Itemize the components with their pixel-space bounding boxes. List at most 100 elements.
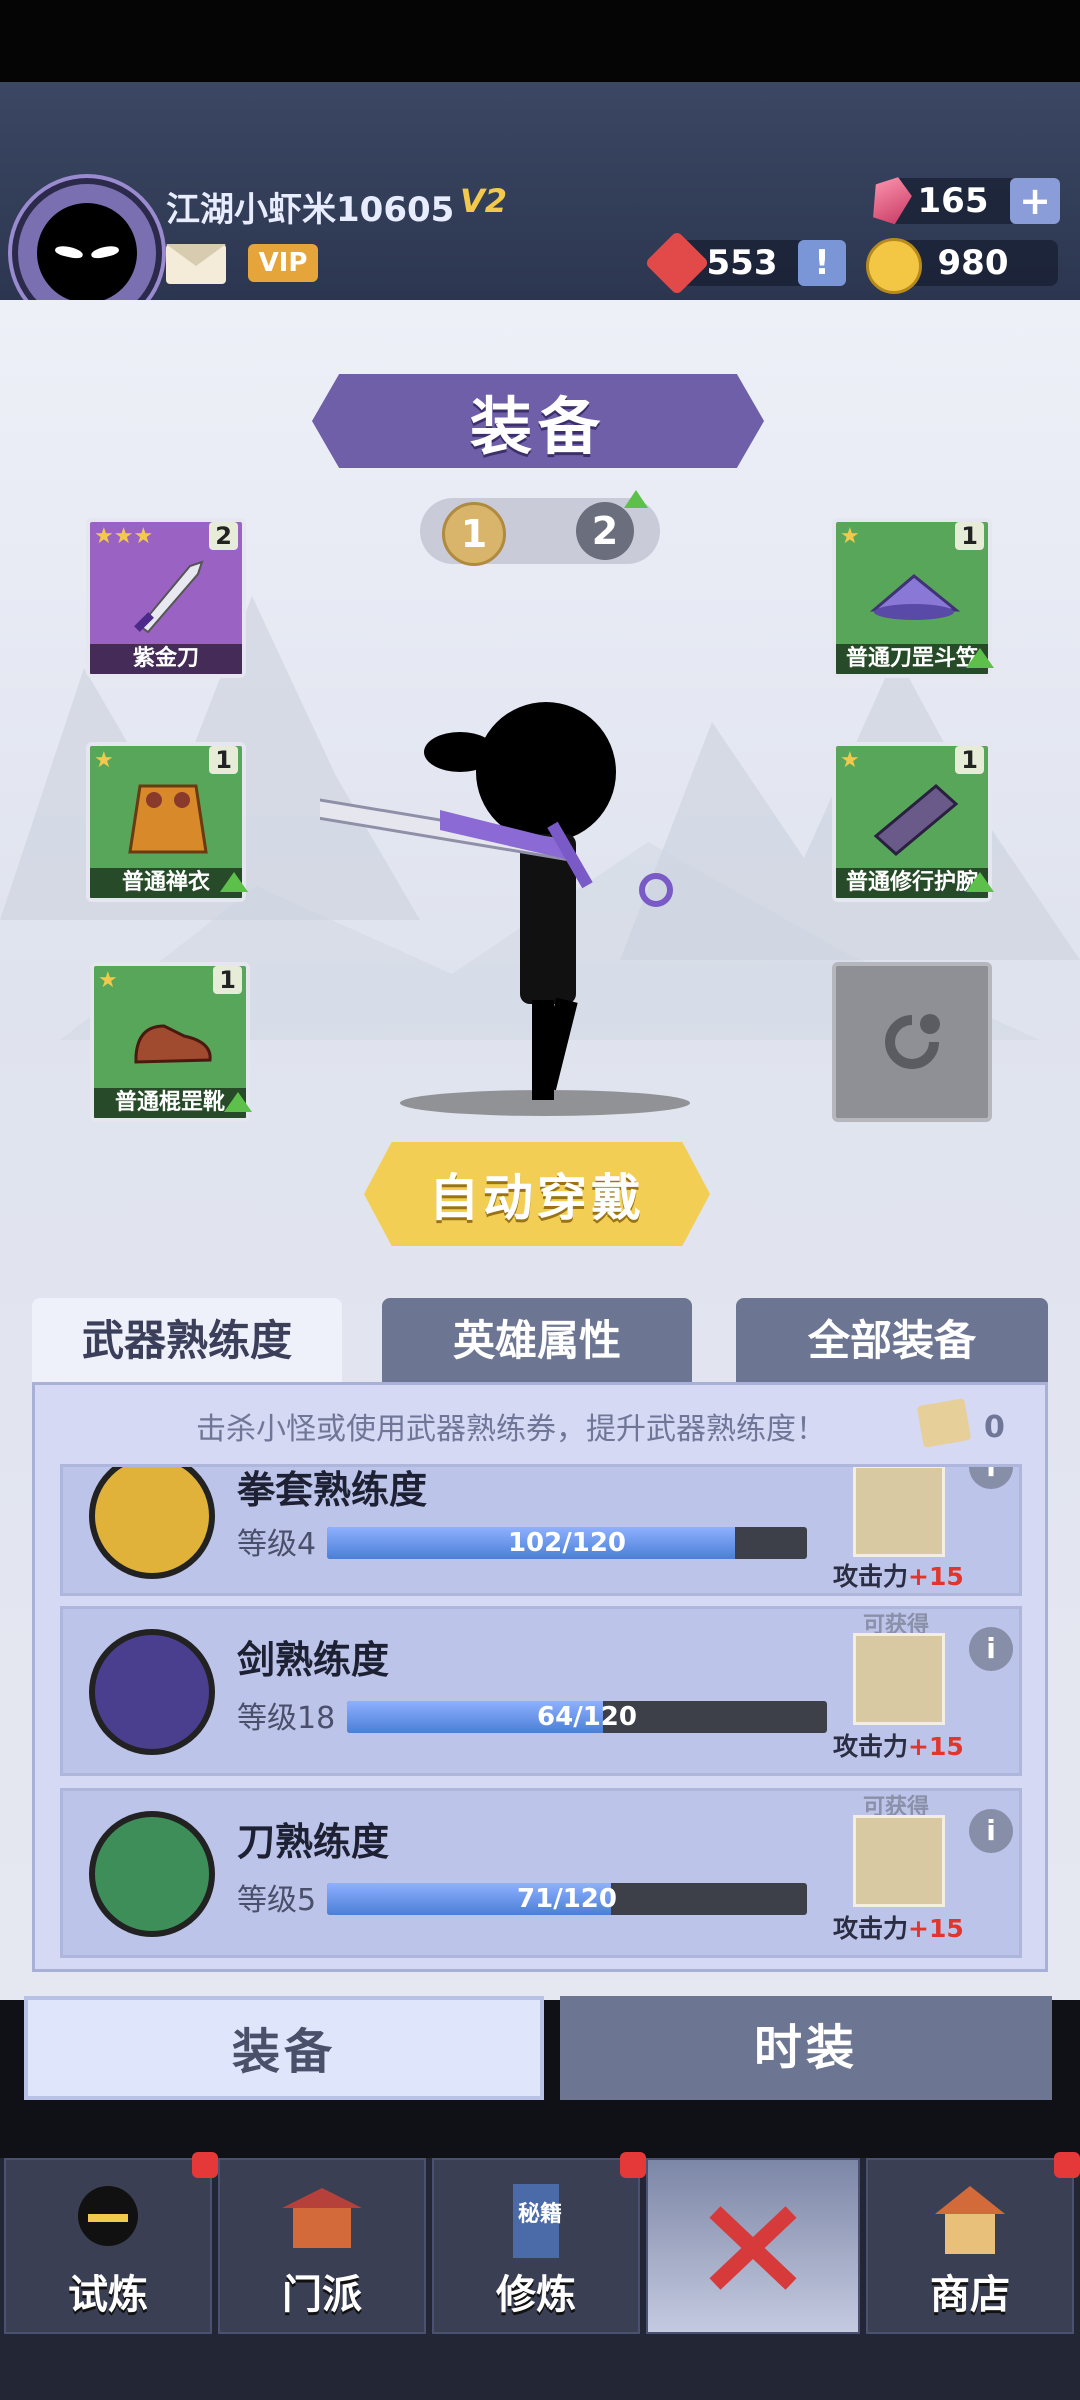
username: 江湖小虾米10605 [166, 190, 455, 230]
slot-body[interactable]: ★ 1 普通禅衣 [86, 742, 248, 902]
info-icon[interactable]: i [969, 1627, 1013, 1671]
robe-icon [128, 784, 208, 854]
info-tabs: 武器熟练度 英雄属性 全部装备 [32, 1298, 1048, 1388]
star-rating-icon: ★ [98, 968, 118, 993]
reward-sword-icon [853, 1467, 945, 1557]
status-bar [0, 0, 1080, 82]
page-2-button[interactable]: 2 [576, 502, 634, 560]
star-rating-icon: ★ [94, 748, 114, 773]
ninja-icon [78, 2186, 138, 2246]
proficiency-level: 等级5 [237, 1883, 317, 1918]
fist-emblem-icon [89, 1467, 215, 1579]
star-rating-icon: ★ [840, 748, 860, 773]
proficiency-row-sword[interactable]: 剑熟练度 等级18 64/120 可获得 攻击力+15 i [60, 1606, 1022, 1776]
notification-dot [620, 2152, 646, 2178]
progress-text: 64/120 [537, 1702, 637, 1732]
equipment-fashion-switch: 装备 时装 [0, 1996, 1080, 2116]
scroll-ticket-icon [916, 1398, 972, 1448]
temple-icon [282, 2188, 362, 2248]
tab-hero-attributes[interactable]: 英雄属性 [382, 1298, 692, 1384]
nav-label: 修炼 [496, 2272, 576, 2318]
sword-emblem-icon [89, 1629, 215, 1755]
attack-label: 攻击力 [833, 1562, 909, 1591]
attack-bonus: 攻击力+15 [833, 1727, 964, 1763]
proficiency-level: 等级18 [237, 1701, 336, 1736]
slot-feet[interactable]: ★ 1 普通棍罡靴 [90, 962, 252, 1122]
honor-info-button[interactable]: ! [798, 240, 846, 286]
add-gems-button[interactable]: + [1010, 178, 1060, 224]
vip-badge[interactable]: VIP [248, 244, 318, 282]
proficiency-level: 等级4 [237, 1527, 317, 1562]
proficiency-row-blade[interactable]: 刀熟练度 等级5 71/120 可获得 攻击力+15 i [60, 1788, 1022, 1958]
nav-equipment-active[interactable] [646, 2158, 860, 2334]
proficiency-progress-bar: 102/120 [327, 1527, 807, 1559]
progress-text: 102/120 [507, 1528, 627, 1558]
star-rating-icon: ★ [840, 524, 860, 549]
slot-wrist[interactable]: ★ 1 普通修行护腕 [832, 742, 994, 902]
hat-icon [869, 574, 961, 620]
attack-label: 攻击力 [833, 1914, 909, 1943]
attack-value: +15 [908, 1562, 964, 1591]
upgrade-arrow-icon [624, 490, 648, 508]
proficiency-title: 刀熟练度 [237, 1820, 390, 1864]
nav-shop[interactable]: 商店 [866, 2152, 1080, 2334]
boot-icon [134, 1024, 212, 1064]
tab-weapon-proficiency[interactable]: 武器熟练度 [32, 1298, 342, 1388]
nav-label: 商店 [930, 2272, 1010, 2318]
page-1-button[interactable]: 1 [442, 502, 506, 566]
avatar-eye-left [54, 244, 84, 260]
upgrade-arrow-icon [224, 1092, 252, 1112]
sword-icon [134, 560, 204, 634]
slot-weapon[interactable]: ★★★ 2 紫金刀 [86, 518, 246, 678]
notification-dot [192, 2152, 218, 2178]
crossed-swords-icon [709, 2206, 797, 2290]
slot-empty[interactable] [832, 962, 992, 1122]
avatar-eye-right [90, 244, 120, 260]
attack-bonus: 攻击力+15 [833, 1557, 964, 1593]
slot-label: 紫金刀 [90, 644, 242, 674]
bracer-icon [873, 784, 959, 856]
page-title: 装备 [312, 374, 764, 468]
item-count: 1 [955, 746, 984, 774]
tab-equipment[interactable]: 装备 [24, 1996, 544, 2100]
refresh-icon [885, 1014, 940, 1069]
slot-head[interactable]: ★ 1 普通刀罡斗笠 [832, 518, 994, 678]
attack-value: +15 [908, 1914, 964, 1943]
nav-label: 试炼 [68, 2272, 148, 2318]
nav-training[interactable]: 秘籍 修炼 [432, 2152, 646, 2334]
hero-character [320, 702, 673, 1100]
proficiency-progress-bar: 71/120 [327, 1883, 807, 1915]
proficiency-title: 拳套熟练度 [237, 1468, 428, 1512]
attack-label: 攻击力 [833, 1732, 909, 1761]
tab-all-equipment[interactable]: 全部装备 [736, 1298, 1048, 1384]
item-count: 2 [209, 522, 238, 550]
upgrade-arrow-icon [966, 872, 994, 892]
tab-fashion[interactable]: 时装 [560, 1996, 1052, 2100]
proficiency-progress-bar: 64/120 [347, 1701, 827, 1733]
item-count: 1 [209, 746, 238, 774]
book-title: 秘籍 [518, 2202, 563, 2227]
vip-level: V2 [460, 182, 508, 220]
info-icon[interactable]: i [969, 1467, 1013, 1489]
progress-text: 71/120 [517, 1884, 617, 1914]
shop-icon [935, 2186, 1005, 2254]
item-count: 1 [955, 522, 984, 550]
reward-sword-icon [853, 1633, 945, 1725]
auto-equip-button[interactable]: 自动穿戴 [364, 1142, 710, 1246]
attack-bonus: 攻击力+15 [833, 1909, 964, 1945]
reward-sword-icon [853, 1815, 945, 1907]
coin-icon [866, 238, 922, 294]
ticket-count: 0 [984, 1410, 1005, 1445]
nav-sect[interactable]: 门派 [218, 2158, 426, 2334]
bottom-nav: 试炼 门派 秘籍 修炼 商店 [0, 2152, 1080, 2400]
notification-dot [1054, 2152, 1080, 2178]
mail-icon[interactable] [166, 244, 226, 284]
proficiency-hint: 击杀小怪或使用武器熟练券，提升武器熟练度！ [196, 1412, 826, 1447]
proficiency-row-fist[interactable]: 拳套熟练度 等级4 102/120 攻击力+15 i [60, 1464, 1022, 1596]
item-count: 1 [213, 966, 242, 994]
nav-trial[interactable]: 试炼 [4, 2152, 218, 2334]
star-rating-icon: ★★★ [94, 524, 154, 549]
attack-value: +15 [908, 1732, 964, 1761]
info-icon[interactable]: i [969, 1809, 1013, 1853]
avatar-face [37, 203, 137, 303]
